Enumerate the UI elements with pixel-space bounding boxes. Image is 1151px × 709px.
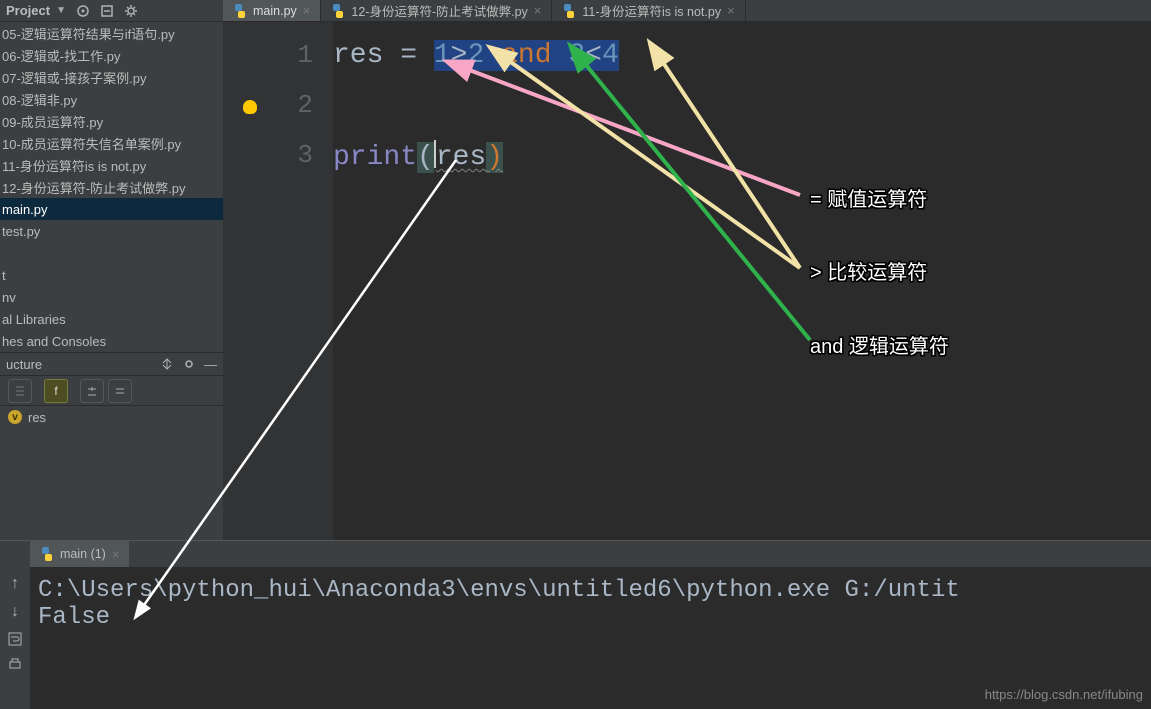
editor-area: 1 2 3 res = 1>2 and 3<4 print(res) xyxy=(223,22,1151,540)
tab-label: 12-身份运算符-防止考试做弊.py xyxy=(351,1,527,20)
file-item[interactable]: 06-逻辑或-找工作.py xyxy=(0,44,223,66)
file-item[interactable]: 11-身份运算符is is not.py xyxy=(0,154,223,176)
file-item[interactable]: 07-逻辑或-接孩子案例.py xyxy=(0,66,223,88)
editor-tabs: main.py×12-身份运算符-防止考试做弊.py×11-身份运算符is is… xyxy=(223,0,1151,22)
annotation-assign: = 赋值运算符 xyxy=(810,183,927,212)
code-line xyxy=(333,90,619,140)
close-icon[interactable]: × xyxy=(534,3,542,18)
watermark: https://blog.csdn.net/ifubing xyxy=(985,687,1143,702)
tree-item[interactable]: t xyxy=(0,264,223,286)
filter-fields-icon[interactable]: f xyxy=(44,379,68,403)
tree-item[interactable]: nv xyxy=(0,286,223,308)
console-output[interactable]: C:\Users\python_hui\Anaconda3\envs\untit… xyxy=(38,577,960,631)
editor-tab[interactable]: 11-身份运算符is is not.py × xyxy=(552,0,745,21)
file-item[interactable]: test.py xyxy=(0,220,223,242)
tab-label: 11-身份运算符is is not.py xyxy=(582,1,721,20)
tree-item[interactable]: al Libraries xyxy=(0,308,223,330)
structure-variable[interactable]: v res xyxy=(0,406,223,428)
variable-badge-icon: v xyxy=(8,410,22,424)
file-item[interactable]: main.py xyxy=(0,198,223,220)
console-tab-label: main (1) xyxy=(60,547,106,561)
line-number: 1 xyxy=(223,40,333,90)
structure-toolbar: f xyxy=(0,376,223,406)
file-item[interactable]: 10-成员运算符失信名单案例.py xyxy=(0,132,223,154)
variable-name: res xyxy=(28,410,46,425)
down-arrow-icon[interactable]: ↓ xyxy=(11,603,19,621)
line-gutter: 1 2 3 xyxy=(223,22,333,540)
project-dropdown-icon[interactable]: ▼ xyxy=(56,5,66,16)
code-area[interactable]: res = 1>2 and 3<4 print(res) xyxy=(333,22,619,540)
target-icon[interactable] xyxy=(76,4,90,18)
annotation-compare: > 比较运算符 xyxy=(810,256,927,285)
file-item[interactable]: 12-身份运算符-防止考试做弊.py xyxy=(0,176,223,198)
project-sidebar: 05-逻辑运算符结果与if语句.py06-逻辑或-找工作.py07-逻辑或-接孩… xyxy=(0,22,223,540)
structure-panel-header: ucture — xyxy=(0,352,223,376)
project-toolbar: Project ▼ xyxy=(0,0,223,22)
sort-icon[interactable] xyxy=(8,379,32,403)
expand-icon[interactable] xyxy=(160,357,174,371)
console-panel: main (1) × ↑ ↓ C:\Users\python_hui\Anaco… xyxy=(0,540,1151,708)
python-icon xyxy=(331,4,345,18)
print-icon[interactable] xyxy=(7,657,23,673)
structure-label: ucture xyxy=(6,357,42,372)
project-label[interactable]: Project xyxy=(6,3,50,18)
bulb-icon[interactable] xyxy=(243,100,257,114)
annotation-logic: and 逻辑运算符 xyxy=(810,330,949,359)
minimize-icon[interactable]: — xyxy=(204,357,217,372)
close-icon[interactable]: × xyxy=(303,3,311,18)
console-tabs: main (1) × xyxy=(0,541,1151,567)
file-list: 05-逻辑运算符结果与if语句.py06-逻辑或-找工作.py07-逻辑或-接孩… xyxy=(0,22,223,242)
extra-list: tnval Librarieshes and Consoles xyxy=(0,264,223,352)
line-number: 2 xyxy=(223,90,333,140)
editor-tab[interactable]: 12-身份运算符-防止考试做弊.py × xyxy=(321,0,552,21)
python-icon xyxy=(40,547,54,561)
python-icon xyxy=(562,4,576,18)
collapse-icon[interactable] xyxy=(100,4,114,18)
console-tab[interactable]: main (1) × xyxy=(30,541,129,567)
gear-icon[interactable] xyxy=(124,4,138,18)
gear-icon[interactable] xyxy=(182,357,196,371)
file-item[interactable]: 05-逻辑运算符结果与if语句.py xyxy=(0,22,223,44)
close-icon[interactable]: × xyxy=(112,547,120,562)
selected-text: 1>2 and 3<4 xyxy=(434,40,619,71)
code-line: res = 1>2 and 3<4 xyxy=(333,40,619,90)
tab-label: main.py xyxy=(253,4,297,18)
file-item[interactable]: 08-逻辑非.py xyxy=(0,88,223,110)
file-item[interactable]: 09-成员运算符.py xyxy=(0,110,223,132)
editor-tab[interactable]: main.py × xyxy=(223,0,321,21)
console-side-toolbar: ↑ ↓ xyxy=(0,567,30,709)
wrap-icon[interactable] xyxy=(7,631,23,647)
close-icon[interactable]: × xyxy=(727,3,735,18)
tree-item[interactable]: hes and Consoles xyxy=(0,330,223,352)
up-arrow-icon[interactable]: ↑ xyxy=(11,575,19,593)
code-line: print(res) xyxy=(333,140,619,190)
expand-all-icon[interactable] xyxy=(80,379,104,403)
python-icon xyxy=(233,4,247,18)
collapse-all-icon[interactable] xyxy=(108,379,132,403)
line-number: 3 xyxy=(223,140,333,190)
